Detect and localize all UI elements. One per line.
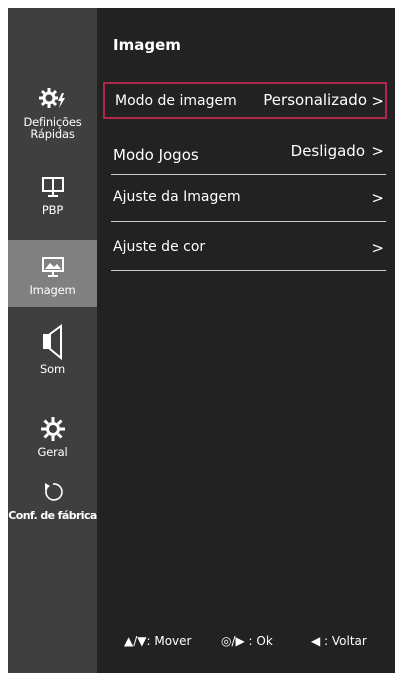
footer-hint-ok: ◎/▶ : Ok [221,634,273,648]
menu-row-modo-jogos[interactable]: Modo Jogos Desligado > [103,136,387,173]
menu-row-ajuste-da-imagem[interactable]: Ajuste da Imagem > [103,178,387,215]
chevron-right-icon: > [371,189,384,207]
sidebar-item-label: PBP [41,203,64,217]
chevron-right-icon: > [371,239,384,257]
menu-row-modo-de-imagem[interactable]: Modo de imagem Personalizado > [103,82,387,119]
chevron-right-icon: > [371,142,384,160]
sidebar-item-imagem[interactable]: Imagem [8,240,97,307]
gear-icon [40,417,65,441]
sidebar-item-label: Som [40,362,65,376]
row-label: Modo de imagem [115,93,237,109]
panel-title: Imagem [113,36,181,54]
reset-icon [44,483,63,501]
menu-row-ajuste-de-cor[interactable]: Ajuste de cor > [103,228,387,265]
sidebar-item-label: Conf. de fábrica [8,509,97,522]
row-label: Modo Jogos [113,146,199,164]
sidebar: Definições Rápidas PBP Imagem Som Geral … [8,8,97,673]
quick-settings-icon [38,88,65,108]
picture-icon [41,257,64,277]
sidebar-item-reset[interactable]: Conf. de fábrica [8,480,97,522]
chevron-right-icon: > [371,92,384,110]
row-value: Desligado [290,142,365,160]
pbp-icon [41,177,64,197]
divider [111,221,386,222]
sidebar-item-geral[interactable]: Geral [8,415,97,458]
divider [111,174,386,175]
row-label: Ajuste de cor [113,239,206,255]
sidebar-item-pbp[interactable]: PBP [8,176,97,216]
row-value: Personalizado [263,91,367,109]
footer-hint-move: ▲/▼: Mover [124,634,192,648]
row-label: Ajuste da Imagem [113,189,241,205]
sidebar-item-label: Geral [37,445,68,459]
sidebar-item-label: Definições Rápidas [23,115,82,141]
speaker-icon [42,324,62,360]
menu-panel: Imagem Modo de imagem Personalizado > Mo… [97,8,395,673]
sidebar-item-som[interactable]: Som [8,324,97,375]
divider [111,270,386,271]
sidebar-item-quick-settings[interactable]: Definições Rápidas [8,86,97,140]
sidebar-item-label: Imagem [29,283,76,297]
footer-hint-back: ◀ : Voltar [311,634,367,648]
